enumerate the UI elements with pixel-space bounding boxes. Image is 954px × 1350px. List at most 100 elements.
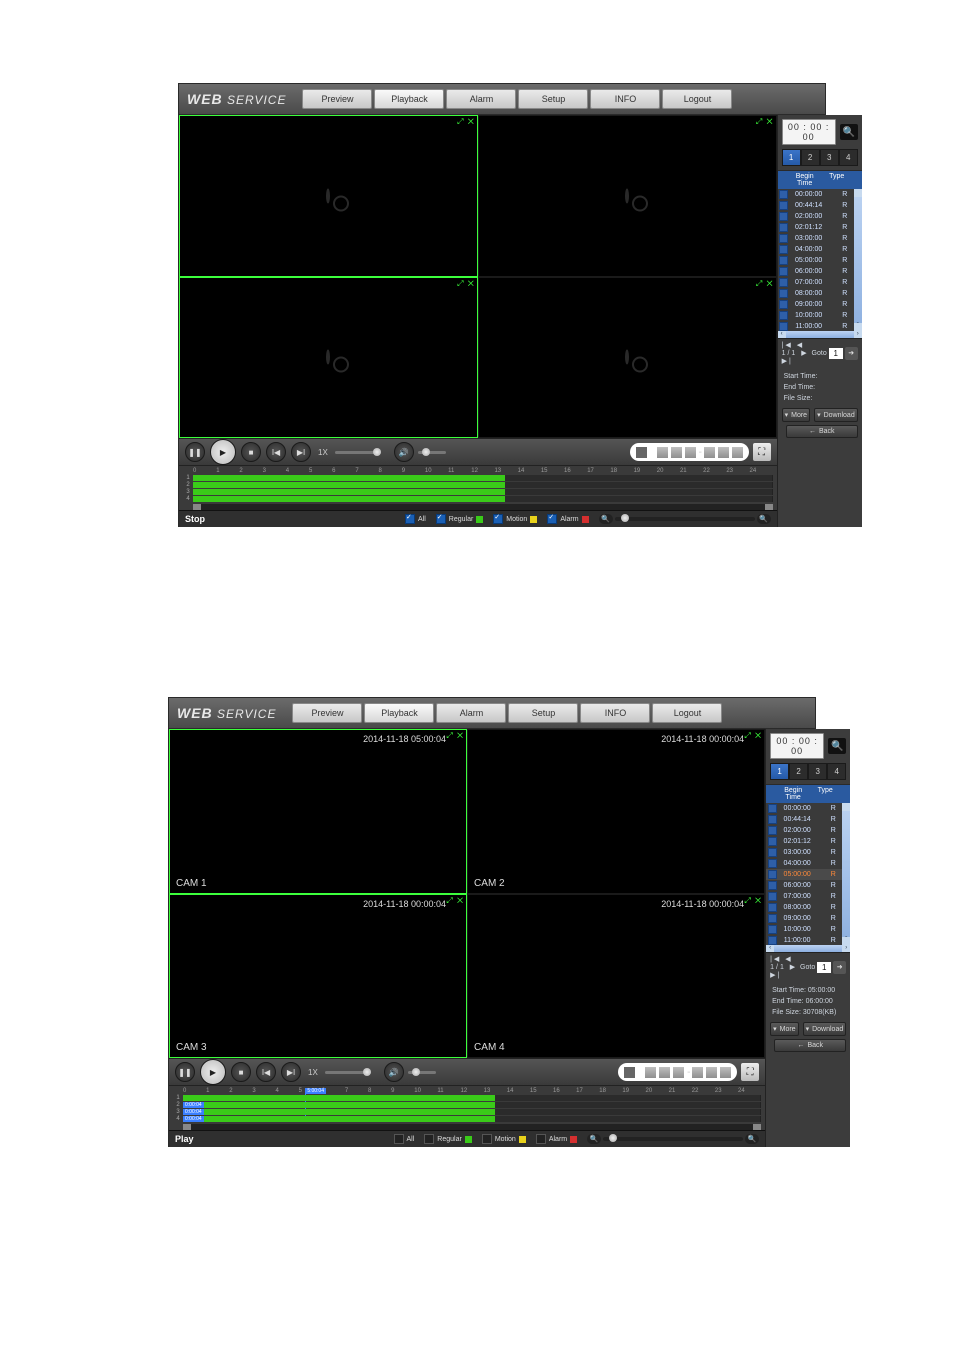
- calendar-icon[interactable]: [636, 447, 647, 458]
- timeline-row-2[interactable]: [193, 482, 773, 488]
- layout-3x3-button[interactable]: [685, 447, 696, 458]
- cell-controls-icon[interactable]: ⤢ ✕: [756, 117, 774, 127]
- timeline-row-3[interactable]: [193, 489, 773, 495]
- speed-slider[interactable]: [335, 451, 381, 454]
- goto-input[interactable]: 1: [829, 348, 843, 359]
- record-row[interactable]: 07:00:00R: [778, 277, 862, 288]
- time-input[interactable]: 00 : 00 : 00: [770, 733, 824, 759]
- filter-regular[interactable]: Regular: [436, 514, 484, 524]
- goto-button[interactable]: ➜: [845, 347, 858, 360]
- layout-2x2-button[interactable]: [659, 1067, 670, 1078]
- volume-slider[interactable]: [408, 1071, 436, 1074]
- cell-controls-icon[interactable]: ⤢ ✕: [744, 731, 762, 741]
- filter-all[interactable]: All: [394, 1134, 415, 1144]
- layout-6x6-button[interactable]: [732, 447, 743, 458]
- pause-button[interactable]: ❚❚: [175, 1062, 195, 1082]
- cell-controls-icon[interactable]: ⤢ ✕: [756, 279, 774, 289]
- record-row[interactable]: 09:00:00R: [766, 913, 850, 924]
- timeline-scrollbar[interactable]: [193, 504, 773, 510]
- timeline-row-2[interactable]: 0:00:04: [183, 1102, 761, 1108]
- tab-alarm[interactable]: Alarm: [446, 89, 516, 109]
- record-row[interactable]: 02:01:12R: [778, 222, 862, 233]
- tab-info[interactable]: INFO: [580, 703, 650, 723]
- channel-tab-2[interactable]: 2: [801, 149, 820, 166]
- record-row[interactable]: 03:00:00R: [766, 847, 850, 858]
- record-scrollbar[interactable]: ˆˇ: [842, 803, 850, 945]
- zoom-out-button[interactable]: 🔍: [587, 1134, 601, 1144]
- zoom-out-button[interactable]: 🔍: [599, 514, 613, 524]
- search-button[interactable]: 🔍: [840, 124, 858, 140]
- record-row[interactable]: 02:00:00R: [766, 825, 850, 836]
- record-row[interactable]: 00:00:00R: [778, 189, 862, 200]
- record-row[interactable]: 03:00:00R: [778, 233, 862, 244]
- filter-motion[interactable]: Motion: [482, 1134, 526, 1144]
- zoom-slider[interactable]: [603, 1137, 743, 1141]
- volume-slider[interactable]: [418, 451, 446, 454]
- layout-3x3-button[interactable]: [673, 1067, 684, 1078]
- video-cell-4[interactable]: ⤢ ✕: [478, 277, 777, 439]
- record-row[interactable]: 00:44:14R: [778, 200, 862, 211]
- cell-controls-icon[interactable]: ⤢ ✕: [744, 896, 762, 906]
- cell-controls-icon[interactable]: ⤢ ✕: [446, 731, 464, 741]
- record-row[interactable]: 02:01:12R: [766, 836, 850, 847]
- more-button[interactable]: ▾More: [770, 1022, 798, 1036]
- volume-button[interactable]: 🔊: [384, 1062, 404, 1082]
- zoom-in-button[interactable]: 🔍: [757, 514, 771, 524]
- cell-controls-icon[interactable]: ⤢ ✕: [457, 117, 475, 127]
- record-row[interactable]: 06:00:00R: [778, 266, 862, 277]
- record-row[interactable]: 02:00:00R: [778, 211, 862, 222]
- pause-button[interactable]: ❚❚: [185, 442, 205, 462]
- layout-1x1-button[interactable]: [645, 1067, 656, 1078]
- record-row[interactable]: 08:00:00R: [766, 902, 850, 913]
- channel-tab-4[interactable]: 4: [839, 149, 858, 166]
- tab-playback[interactable]: Playback: [374, 89, 444, 109]
- tab-logout[interactable]: Logout: [662, 89, 732, 109]
- layout-5x5-button[interactable]: [706, 1067, 717, 1078]
- filter-regular[interactable]: Regular: [424, 1134, 472, 1144]
- fullscreen-button[interactable]: ⛶: [741, 1063, 759, 1081]
- tab-info[interactable]: INFO: [590, 89, 660, 109]
- back-button[interactable]: ←Back: [786, 425, 858, 438]
- video-cell-1[interactable]: ⤢ ✕: [179, 115, 478, 277]
- timeline-scrollbar[interactable]: [183, 1124, 761, 1130]
- next-frame-button[interactable]: ▶I: [281, 1062, 301, 1082]
- tab-alarm[interactable]: Alarm: [436, 703, 506, 723]
- tab-preview[interactable]: Preview: [302, 89, 372, 109]
- record-row[interactable]: 10:00:00R: [778, 310, 862, 321]
- layout-6x6-button[interactable]: [720, 1067, 731, 1078]
- zoom-slider[interactable]: [615, 517, 755, 521]
- next-frame-button[interactable]: ▶I: [291, 442, 311, 462]
- video-cell-4[interactable]: ⤢ ✕ 2014-11-18 00:00:04 CAM 4: [467, 894, 765, 1059]
- cell-controls-icon[interactable]: ⤢ ✕: [446, 896, 464, 906]
- video-cell-3[interactable]: ⤢ ✕: [179, 277, 478, 439]
- timeline-row-1[interactable]: [183, 1095, 761, 1101]
- record-row[interactable]: 11:00:00R: [778, 321, 862, 331]
- zoom-in-button[interactable]: 🔍: [745, 1134, 759, 1144]
- record-row[interactable]: 11:00:00R: [766, 935, 850, 945]
- timeline-row-4[interactable]: 0:00:04: [183, 1116, 761, 1122]
- record-row[interactable]: 05:00:00R: [766, 869, 850, 880]
- layout-5x5-button[interactable]: [718, 447, 729, 458]
- record-scrollbar[interactable]: ˆˇ: [854, 189, 862, 331]
- pager-nav[interactable]: |◀ ◀ 1/1 ▶ ▶|: [770, 955, 800, 979]
- record-row[interactable]: 05:00:00R: [778, 255, 862, 266]
- cell-controls-icon[interactable]: ⤢ ✕: [457, 279, 475, 289]
- video-cell-1[interactable]: ⤢ ✕ 2014-11-18 05:00:04 CAM 1: [169, 729, 467, 894]
- channel-tab-4[interactable]: 4: [827, 763, 846, 780]
- fullscreen-button[interactable]: ⛶: [753, 443, 771, 461]
- record-hscroll[interactable]: ‹›: [778, 331, 862, 338]
- timeline-row-3[interactable]: 0:00:04: [183, 1109, 761, 1115]
- search-button[interactable]: 🔍: [828, 738, 846, 754]
- video-cell-3[interactable]: ⤢ ✕ 2014-11-18 00:00:04 CAM 3: [169, 894, 467, 1059]
- timeline-row-4[interactable]: [193, 496, 773, 502]
- record-row[interactable]: 08:00:00R: [778, 288, 862, 299]
- record-row[interactable]: 06:00:00R: [766, 880, 850, 891]
- tab-logout[interactable]: Logout: [652, 703, 722, 723]
- record-hscroll[interactable]: ‹›: [766, 945, 850, 952]
- record-row[interactable]: 00:00:00R: [766, 803, 850, 814]
- prev-frame-button[interactable]: I◀: [256, 1062, 276, 1082]
- download-button[interactable]: ▾Download: [814, 408, 858, 422]
- layout-1x1-button[interactable]: [657, 447, 668, 458]
- goto-button[interactable]: ➜: [833, 961, 846, 974]
- calendar-icon[interactable]: [624, 1067, 635, 1078]
